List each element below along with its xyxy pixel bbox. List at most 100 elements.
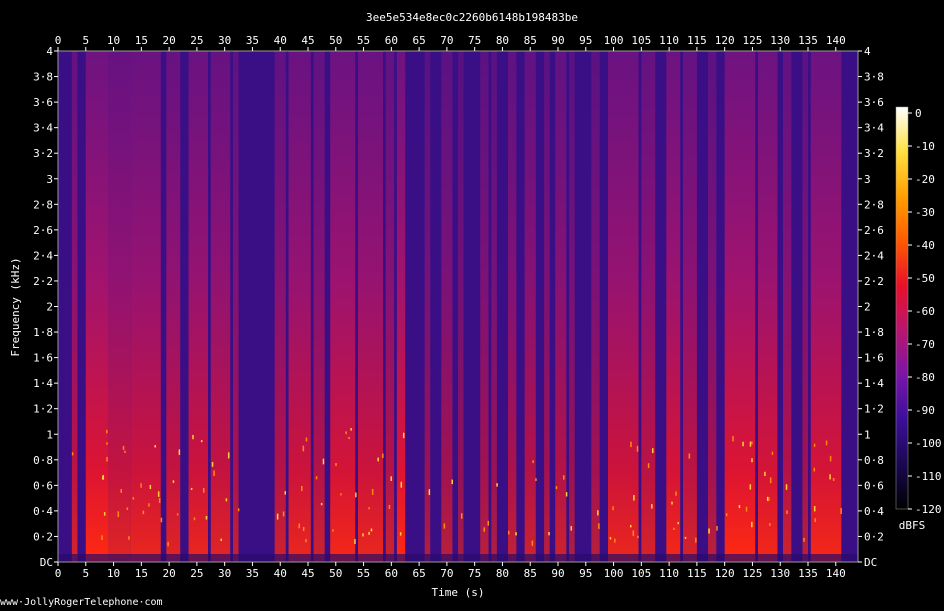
x-tick-label-top: 125 [743, 34, 763, 47]
harmonic-streak [200, 440, 203, 443]
harmonic-streak [675, 491, 677, 496]
harmonic-streak [192, 434, 194, 440]
y-tick-label-left: 2·4 [33, 249, 53, 262]
harmonic-streak [148, 503, 150, 507]
colorbar-tick-label: -10 [915, 140, 935, 153]
x-tick-label-bottom: 110 [659, 567, 679, 580]
spectrogram-chart: 3ee5e534e8ec0c2260b6148b198483be 0 5 10 15 2… [9, 11, 942, 599]
harmonic-streak [71, 452, 74, 456]
harmonic-streak [142, 510, 145, 515]
y-tick-label-right: 3·2 [864, 147, 884, 160]
harmonic-streak [673, 527, 675, 531]
harmonic-streak [120, 489, 122, 493]
harmonic-streak [103, 512, 106, 516]
harmonic-streak [630, 441, 632, 448]
harmonic-streak [749, 484, 752, 490]
harmonic-streak [149, 484, 152, 489]
y-axis-label: Frequency (kHz) [9, 257, 22, 356]
harmonic-streak [629, 524, 632, 528]
harmonic-streak [335, 463, 337, 467]
activity-segment [708, 51, 717, 562]
x-tick-label-bottom: 10 [107, 567, 120, 580]
dc-band [58, 554, 858, 562]
x-tick-label-bottom: 20 [162, 567, 175, 580]
activity-segment [666, 51, 681, 562]
activity-segment [591, 51, 600, 562]
harmonic-streak [716, 525, 718, 531]
x-tick-label-top: 75 [468, 34, 481, 47]
x-tick-label-top: 70 [440, 34, 453, 47]
harmonic-streak [190, 487, 193, 490]
y-tick-label-left: 3·6 [33, 96, 53, 109]
y-tick-label-left: 2 [46, 301, 53, 314]
harmonic-streak [362, 533, 364, 537]
harmonic-streak [751, 458, 753, 463]
harmonic-streak [128, 536, 130, 540]
harmonic-streak [202, 487, 205, 493]
colorbar-label: dBFS [899, 519, 926, 532]
x-tick-label-top: 80 [496, 34, 509, 47]
harmonic-streak [738, 505, 741, 509]
harmonic-streak [829, 474, 831, 480]
y-tick-label-right: 2·2 [864, 275, 884, 288]
activity-segment [508, 51, 517, 562]
harmonic-streak [832, 478, 835, 481]
x-tick-label-bottom: 60 [385, 567, 398, 580]
colorbar [895, 106, 909, 510]
activity-segment [480, 51, 489, 562]
colorbar-tick-label: -110 [915, 470, 942, 483]
activity-segment [358, 51, 383, 562]
harmonic-streak [178, 449, 181, 455]
activity-segment [85, 51, 108, 562]
harmonic-streak [785, 484, 788, 490]
harmonic-streak [651, 504, 653, 509]
x-tick-label-bottom: 80 [496, 567, 509, 580]
harmonic-streak [768, 497, 770, 502]
harmonic-streak [725, 513, 728, 517]
x-tick-label-bottom: 45 [301, 567, 314, 580]
activity-segment [810, 51, 842, 562]
x-tick-label-bottom: 95 [579, 567, 592, 580]
x-tick-label-top: 40 [274, 34, 287, 47]
activity-segment [108, 51, 131, 562]
harmonic-streak [769, 523, 771, 526]
x-tick-label-top: 10 [107, 34, 120, 47]
activity-segment [555, 51, 567, 562]
y-tick-label-right: 1·4 [864, 377, 884, 390]
activity-segment [188, 51, 208, 562]
activity-segment [288, 51, 311, 562]
y-tick-label-right: DC [864, 556, 877, 569]
harmonic-streak [548, 532, 550, 536]
harmonic-streak [813, 505, 816, 512]
harmonic-streak [813, 443, 816, 447]
harmonic-streak [483, 527, 486, 532]
y-tick-label-right: 2 [864, 301, 871, 314]
harmonic-streak [160, 517, 163, 523]
harmonic-streak [348, 436, 350, 440]
harmonic-streak [570, 526, 573, 531]
x-tick-label-bottom: 30 [218, 567, 231, 580]
x-tick-label-top: 0 [55, 34, 62, 47]
y-tick-label-left: 3·2 [33, 147, 53, 160]
harmonic-streak [532, 460, 534, 463]
harmonic-streak [220, 538, 222, 542]
y-tick-label-left: 2·8 [33, 198, 53, 211]
harmonic-streak [598, 523, 600, 529]
x-tick-label-top: 15 [135, 34, 148, 47]
x-tick-label-top: 50 [329, 34, 342, 47]
x-tick-label-top: 65 [412, 34, 425, 47]
harmonic-streak [167, 541, 169, 547]
colorbar-tick-label: -20 [915, 173, 935, 186]
y-tick-label-left: DC [40, 556, 53, 569]
harmonic-streak [106, 442, 108, 445]
y-tick-label-right: 0·2 [864, 530, 884, 543]
harmonic-streak [597, 510, 599, 516]
harmonic-streak [205, 516, 208, 520]
activity-segment [524, 51, 536, 562]
harmonic-streak [106, 429, 108, 434]
y-tick-label-left: 0·8 [33, 454, 53, 467]
activity-segment [802, 51, 808, 562]
harmonic-streak [102, 474, 105, 480]
x-tick-label-top: 120 [715, 34, 735, 47]
harmonic-streak [751, 521, 753, 528]
